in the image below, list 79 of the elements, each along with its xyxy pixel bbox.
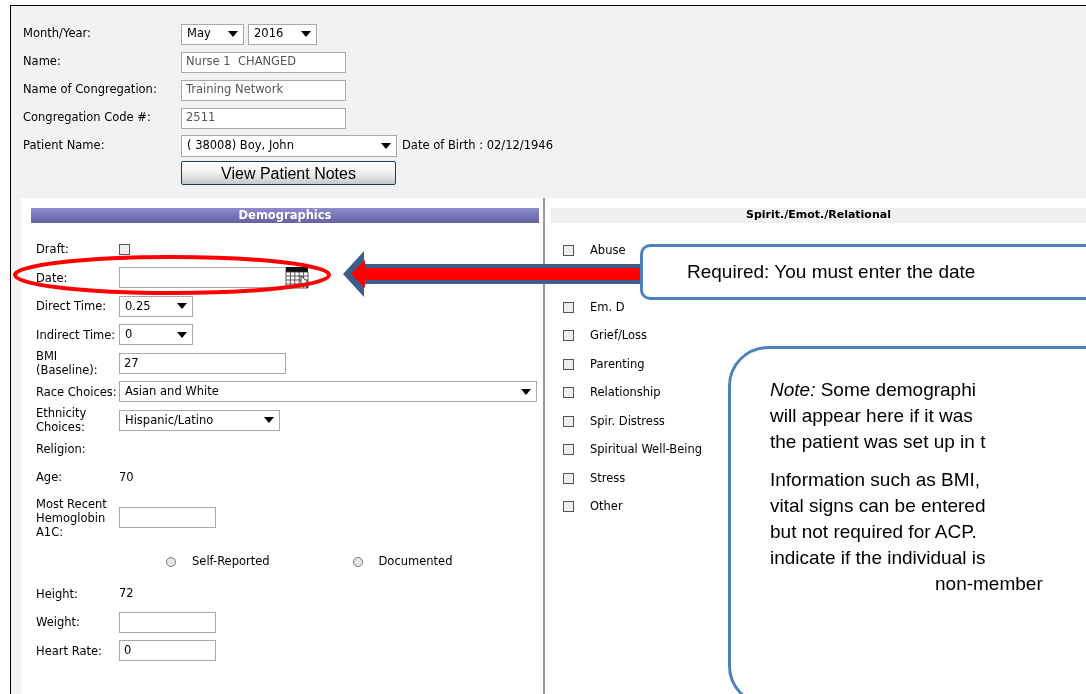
field-label: BMI (Baseline): bbox=[36, 349, 99, 378]
note-text: indicate if the individual is bbox=[770, 546, 987, 570]
dropdown-caret-icon bbox=[177, 331, 187, 338]
field-label: Date: bbox=[36, 270, 69, 285]
note-text: the patient was set up in t bbox=[770, 430, 987, 454]
dropdown-caret-icon bbox=[177, 303, 187, 310]
field-label: Direct Time: bbox=[36, 299, 108, 314]
dropdown-caret-icon bbox=[264, 417, 274, 424]
checkbox-label: Parenting bbox=[590, 355, 645, 373]
field-label: Congregation Code #: bbox=[23, 109, 152, 127]
checkbox[interactable] bbox=[563, 472, 574, 484]
field-label: Religion: bbox=[36, 441, 87, 456]
field-label: Name of Congregation: bbox=[23, 81, 158, 99]
checkbox-label: Stress bbox=[590, 469, 626, 487]
field-label: Heart Rate: bbox=[36, 643, 103, 658]
checkbox[interactable] bbox=[563, 387, 574, 399]
dropdown-caret-icon bbox=[521, 388, 531, 395]
checkbox-label: Abuse bbox=[590, 241, 626, 259]
value-text: 70 bbox=[119, 468, 134, 486]
field-label: Age: bbox=[36, 470, 64, 485]
checkbox-label: Spiritual Well-Being bbox=[590, 441, 703, 459]
dropdown[interactable]: 0.25 bbox=[119, 295, 193, 317]
field-label: Name: bbox=[23, 53, 62, 71]
field-label: Draft: bbox=[36, 242, 70, 257]
text-field[interactable] bbox=[119, 507, 216, 528]
checkbox[interactable] bbox=[563, 301, 574, 313]
field-label: Ethnicity Choices: bbox=[36, 406, 88, 435]
note-text: Information such as BMI, bbox=[770, 468, 982, 492]
note-text: Note: Some demographi bbox=[770, 378, 977, 402]
radio-button[interactable] bbox=[352, 556, 363, 567]
field-label: Patient Name: bbox=[23, 137, 106, 155]
checkbox[interactable] bbox=[563, 415, 574, 427]
text-field[interactable]: 0 bbox=[119, 640, 216, 662]
checkbox[interactable] bbox=[563, 444, 574, 456]
checkbox-label: Other bbox=[590, 498, 623, 516]
field-label: Most Recent Hemoglobin A1C: bbox=[36, 496, 108, 539]
text-field[interactable]: 27 bbox=[119, 352, 286, 374]
dropdown[interactable]: Hispanic/Latino bbox=[119, 409, 280, 431]
field-label: Height: bbox=[36, 586, 79, 601]
dropdown[interactable]: Asian and White bbox=[119, 381, 537, 403]
field-label: Month/Year: bbox=[23, 25, 92, 43]
field-label: Indirect Time: bbox=[36, 327, 117, 342]
radio-label: Self-Reported bbox=[192, 552, 270, 570]
section-header: Spirit./Emot./Relational bbox=[551, 208, 1086, 223]
checkbox-label: Em. D bbox=[590, 298, 625, 316]
patient-dropdown[interactable]: ( 38008) Boy, John bbox=[181, 135, 397, 157]
dropdown[interactable]: 0 bbox=[119, 324, 193, 346]
checkbox[interactable] bbox=[563, 501, 574, 513]
text-field[interactable]: Training Network bbox=[181, 79, 346, 101]
checkbox-label: Grief/Loss bbox=[590, 327, 648, 345]
checkbox[interactable] bbox=[119, 243, 130, 255]
radio-button[interactable] bbox=[166, 556, 176, 567]
checkbox[interactable] bbox=[563, 330, 574, 342]
note-text: will appear here if it was bbox=[770, 404, 974, 428]
view-patient-notes-button[interactable]: View Patient Notes bbox=[181, 161, 396, 185]
checkbox[interactable] bbox=[563, 244, 574, 256]
note-text: vital signs can be entered bbox=[770, 494, 987, 518]
dropdown-caret-icon bbox=[301, 31, 311, 37]
text-field[interactable]: 2511 bbox=[181, 107, 346, 129]
field-label: Weight: bbox=[36, 615, 81, 630]
checkbox[interactable] bbox=[563, 358, 574, 370]
note-text: non-member bbox=[934, 572, 1044, 596]
field-label: Race Choices: bbox=[36, 384, 118, 399]
section-header: Demographics bbox=[31, 208, 539, 223]
date-field[interactable] bbox=[119, 267, 286, 289]
note-text: but not required for ACP. bbox=[770, 520, 978, 544]
date-of-birth-text: Date of Birth : 02/12/1946 bbox=[402, 137, 553, 155]
dropdown[interactable]: 2016 bbox=[248, 23, 317, 45]
checkbox-label: Spir. Distress bbox=[590, 412, 665, 430]
checkbox-label: Relationship bbox=[590, 384, 661, 402]
callout-box: Required: You must enter the date bbox=[640, 244, 1086, 300]
calendar-icon[interactable] bbox=[286, 266, 310, 289]
radio-label: Documented bbox=[378, 552, 453, 570]
dropdown[interactable]: May bbox=[181, 23, 244, 45]
text-field[interactable]: Nurse 1 CHANGED bbox=[181, 51, 346, 73]
dropdown-caret-icon bbox=[228, 31, 238, 37]
dropdown-caret-icon bbox=[381, 143, 391, 149]
value-text: 72 bbox=[119, 585, 134, 603]
text-field[interactable] bbox=[119, 611, 216, 633]
